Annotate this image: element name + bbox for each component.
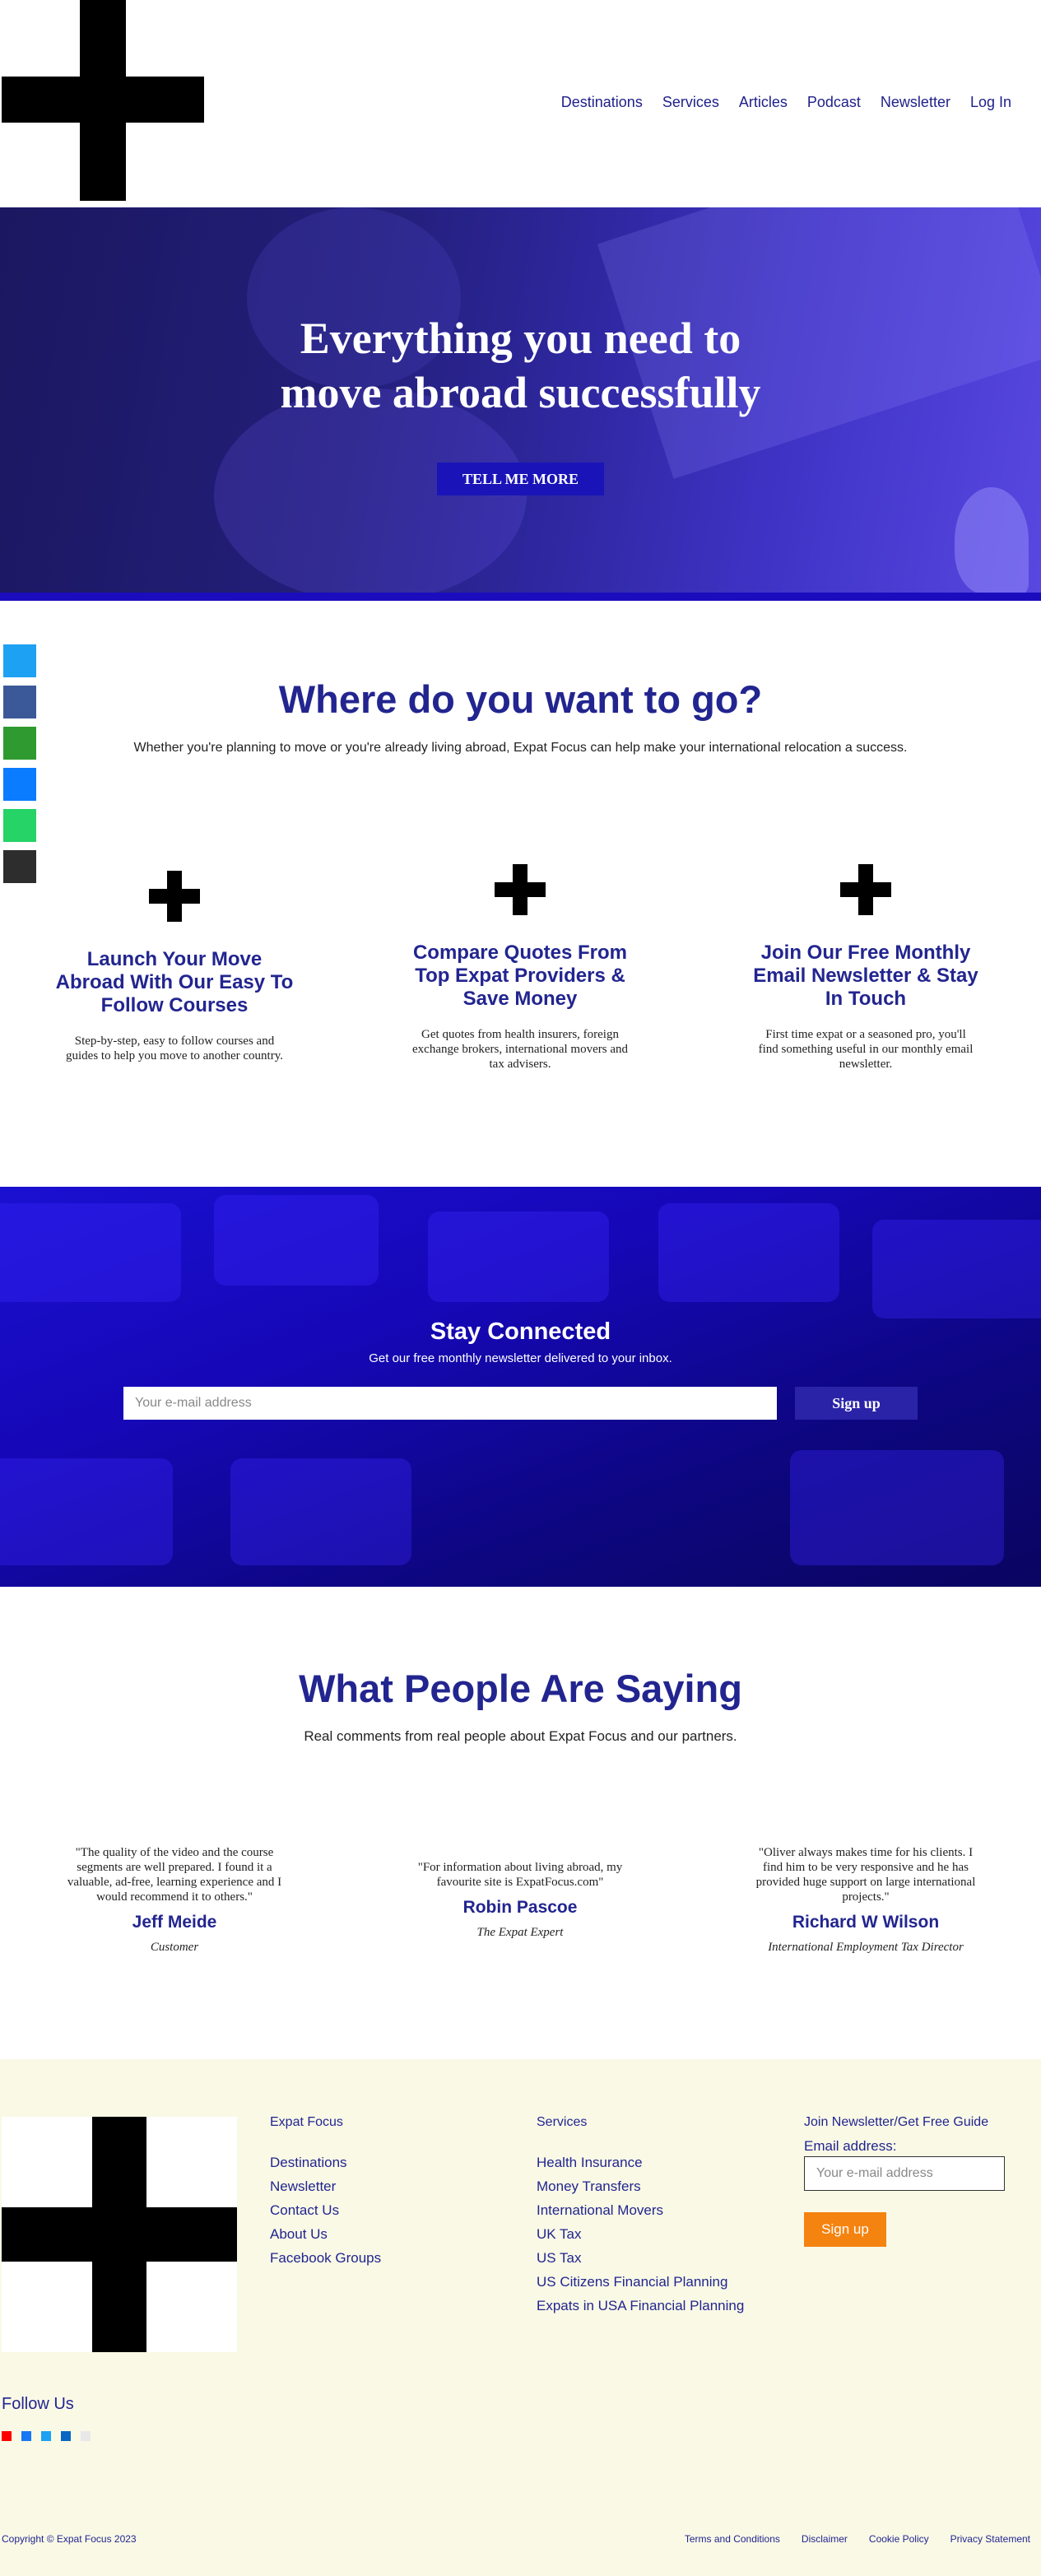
- keyboard-key-shape: [658, 1203, 839, 1302]
- hero-background-shape: [955, 487, 1029, 593]
- hero-accent-band: [0, 593, 1041, 601]
- disclaimer-link[interactable]: Disclaimer: [802, 2533, 848, 2545]
- keyboard-key-shape: [0, 1203, 181, 1302]
- keyboard-key-shape: [872, 1220, 1041, 1318]
- stay-connected-title: Stay Connected: [430, 1318, 611, 1345]
- whatsapp-icon[interactable]: [3, 809, 36, 842]
- feature-text: First time expat or a seasoned pro, you'…: [758, 1028, 974, 1071]
- keyboard-key-shape: [428, 1211, 609, 1302]
- terms-link[interactable]: Terms and Conditions: [685, 2533, 780, 2545]
- footer-link-facebook-groups[interactable]: Facebook Groups: [270, 2250, 381, 2267]
- footer-link-health-insurance[interactable]: Health Insurance: [537, 2155, 744, 2171]
- footer-link-contact-us[interactable]: Contact Us: [270, 2202, 381, 2219]
- privacy-statement-link[interactable]: Privacy Statement: [950, 2533, 1030, 2545]
- keyboard-key-shape: [790, 1450, 1004, 1565]
- footer-newsletter: Join Newsletter/Get Free Guide Email add…: [804, 2115, 1006, 2247]
- footer-logo[interactable]: [2, 2117, 237, 2352]
- hero-title-line-1: Everything you need to: [300, 314, 741, 363]
- footer-link-uk-tax[interactable]: UK Tax: [537, 2226, 744, 2243]
- logo-plus-horizontal: [2, 77, 204, 123]
- testimonial-role: Customer: [150, 1941, 199, 1954]
- plus-icon: [495, 864, 546, 915]
- follow-icons: [2, 2431, 91, 2441]
- plus-icon: [149, 871, 200, 922]
- email-label: Email address:: [804, 2138, 897, 2154]
- main-nav: Destinations Services Articles Podcast N…: [541, 94, 1011, 111]
- footer-link-us-tax[interactable]: US Tax: [537, 2250, 744, 2267]
- instagram-icon[interactable]: [81, 2431, 91, 2441]
- footer-email-input[interactable]: [804, 2156, 1005, 2191]
- feature-quotes: Compare Quotes From Top Expat Providers …: [397, 864, 644, 1072]
- hero-title: Everything you need to move abroad succe…: [0, 311, 1041, 420]
- stay-connected-subtitle: Get our free monthly newsletter delivere…: [369, 1351, 672, 1365]
- footer-link-about-us[interactable]: About Us: [270, 2226, 381, 2243]
- footer-link-expats-usa-financial-planning[interactable]: Expats in USA Financial Planning: [537, 2298, 744, 2314]
- nav-articles[interactable]: Articles: [739, 94, 788, 111]
- nav-podcast[interactable]: Podcast: [807, 94, 861, 111]
- footer-column-heading: Services: [537, 2115, 588, 2129]
- messenger-icon[interactable]: [3, 768, 36, 801]
- testimonial-name: Robin Pascoe: [462, 1898, 578, 1917]
- feature-text: Get quotes from health insurers, foreign…: [412, 1028, 628, 1071]
- feature-newsletter: Join Our Free Monthly Email Newsletter &…: [742, 864, 989, 1072]
- testimonial-quote: "For information about living abroad, my…: [417, 1861, 623, 1889]
- nav-login[interactable]: Log In: [970, 94, 1011, 111]
- where-section-title: Where do you want to go?: [278, 677, 763, 721]
- testimonial-quote: "Oliver always makes time for his client…: [755, 1846, 976, 1904]
- newsletter-signup-button[interactable]: Sign up: [795, 1387, 918, 1420]
- footer-column-expat-focus: Expat Focus Destinations Newsletter Cont…: [270, 2115, 381, 2274]
- feature-text: Step-by-step, easy to follow courses and…: [66, 1035, 283, 1062]
- site-footer: Expat Focus Destinations Newsletter Cont…: [0, 2059, 1041, 2576]
- testimonial-card: "Oliver always makes time for his client…: [742, 1845, 989, 1955]
- feature-title[interactable]: Compare Quotes From Top Expat Providers …: [397, 942, 644, 1011]
- feature-title[interactable]: Join Our Free Monthly Email Newsletter &…: [742, 942, 989, 1011]
- copyright: Copyright © Expat Focus 2023: [2, 2533, 137, 2545]
- site-logo[interactable]: [2, 0, 204, 201]
- footer-column-heading: Expat Focus: [270, 2115, 343, 2129]
- footer-link-newsletter[interactable]: Newsletter: [270, 2178, 381, 2195]
- nav-services[interactable]: Services: [662, 94, 719, 111]
- linkedin-icon[interactable]: [61, 2431, 71, 2441]
- hero-banner: Everything you need to move abroad succe…: [0, 207, 1041, 593]
- footer-link-money-transfers[interactable]: Money Transfers: [537, 2178, 744, 2195]
- testimonial-card: "The quality of the video and the course…: [51, 1845, 298, 1955]
- hero-title-line-2: move abroad successfully: [280, 368, 761, 417]
- testimonial-name: Richard W Wilson: [792, 1913, 940, 1932]
- testimonial-role: International Employment Tax Director: [768, 1941, 964, 1954]
- nav-destinations[interactable]: Destinations: [561, 94, 643, 111]
- youtube-icon[interactable]: [2, 2431, 12, 2441]
- testimonial-quote: "The quality of the video and the course…: [67, 1846, 282, 1904]
- testimonial-card: "For information about living abroad, my…: [397, 1860, 644, 1940]
- where-section-subtitle: Whether you're planning to move or you'r…: [133, 741, 908, 755]
- email-icon[interactable]: [3, 850, 36, 883]
- testimonials-subtitle: Real comments from real people about Exp…: [304, 1728, 737, 1744]
- feature-courses: Launch Your Move Abroad With Our Easy To…: [51, 871, 298, 1063]
- twitter-icon[interactable]: [41, 2431, 51, 2441]
- testimonial-role: The Expat Expert: [476, 1926, 564, 1939]
- follow-us-heading: Follow Us: [2, 2395, 74, 2413]
- footer-link-international-movers[interactable]: International Movers: [537, 2202, 744, 2219]
- keyboard-key-shape: [230, 1458, 411, 1565]
- newsletter-email-input[interactable]: [123, 1387, 777, 1420]
- plus-icon: [840, 864, 891, 915]
- feature-title[interactable]: Launch Your Move Abroad With Our Easy To…: [51, 948, 298, 1017]
- nav-newsletter[interactable]: Newsletter: [881, 94, 950, 111]
- footer-column-services: Services Health Insurance Money Transfer…: [537, 2115, 744, 2322]
- keyboard-key-shape: [214, 1195, 379, 1286]
- testimonials-title: What People Are Saying: [299, 1667, 742, 1710]
- footer-signup-button[interactable]: Sign up: [804, 2212, 886, 2247]
- testimonial-name: Jeff Meide: [132, 1913, 217, 1932]
- keyboard-key-shape: [0, 1458, 173, 1565]
- footer-link-us-citizens-financial-planning[interactable]: US Citizens Financial Planning: [537, 2274, 744, 2290]
- facebook-icon[interactable]: [21, 2431, 31, 2441]
- cookie-policy-link[interactable]: Cookie Policy: [869, 2533, 929, 2545]
- footer-link-destinations[interactable]: Destinations: [270, 2155, 381, 2171]
- site-header: Destinations Services Articles Podcast N…: [0, 0, 1041, 207]
- legal-links: Terms and Conditions Disclaimer Cookie P…: [663, 2533, 1030, 2545]
- twitter-icon[interactable]: [3, 644, 36, 677]
- tell-me-more-button[interactable]: TELL ME MORE: [437, 463, 604, 495]
- newsletter-banner: Stay Connected Get our free monthly news…: [0, 1187, 1041, 1587]
- footer-newsletter-heading: Join Newsletter/Get Free Guide: [804, 2115, 989, 2129]
- footer-logo-horizontal: [2, 2207, 237, 2262]
